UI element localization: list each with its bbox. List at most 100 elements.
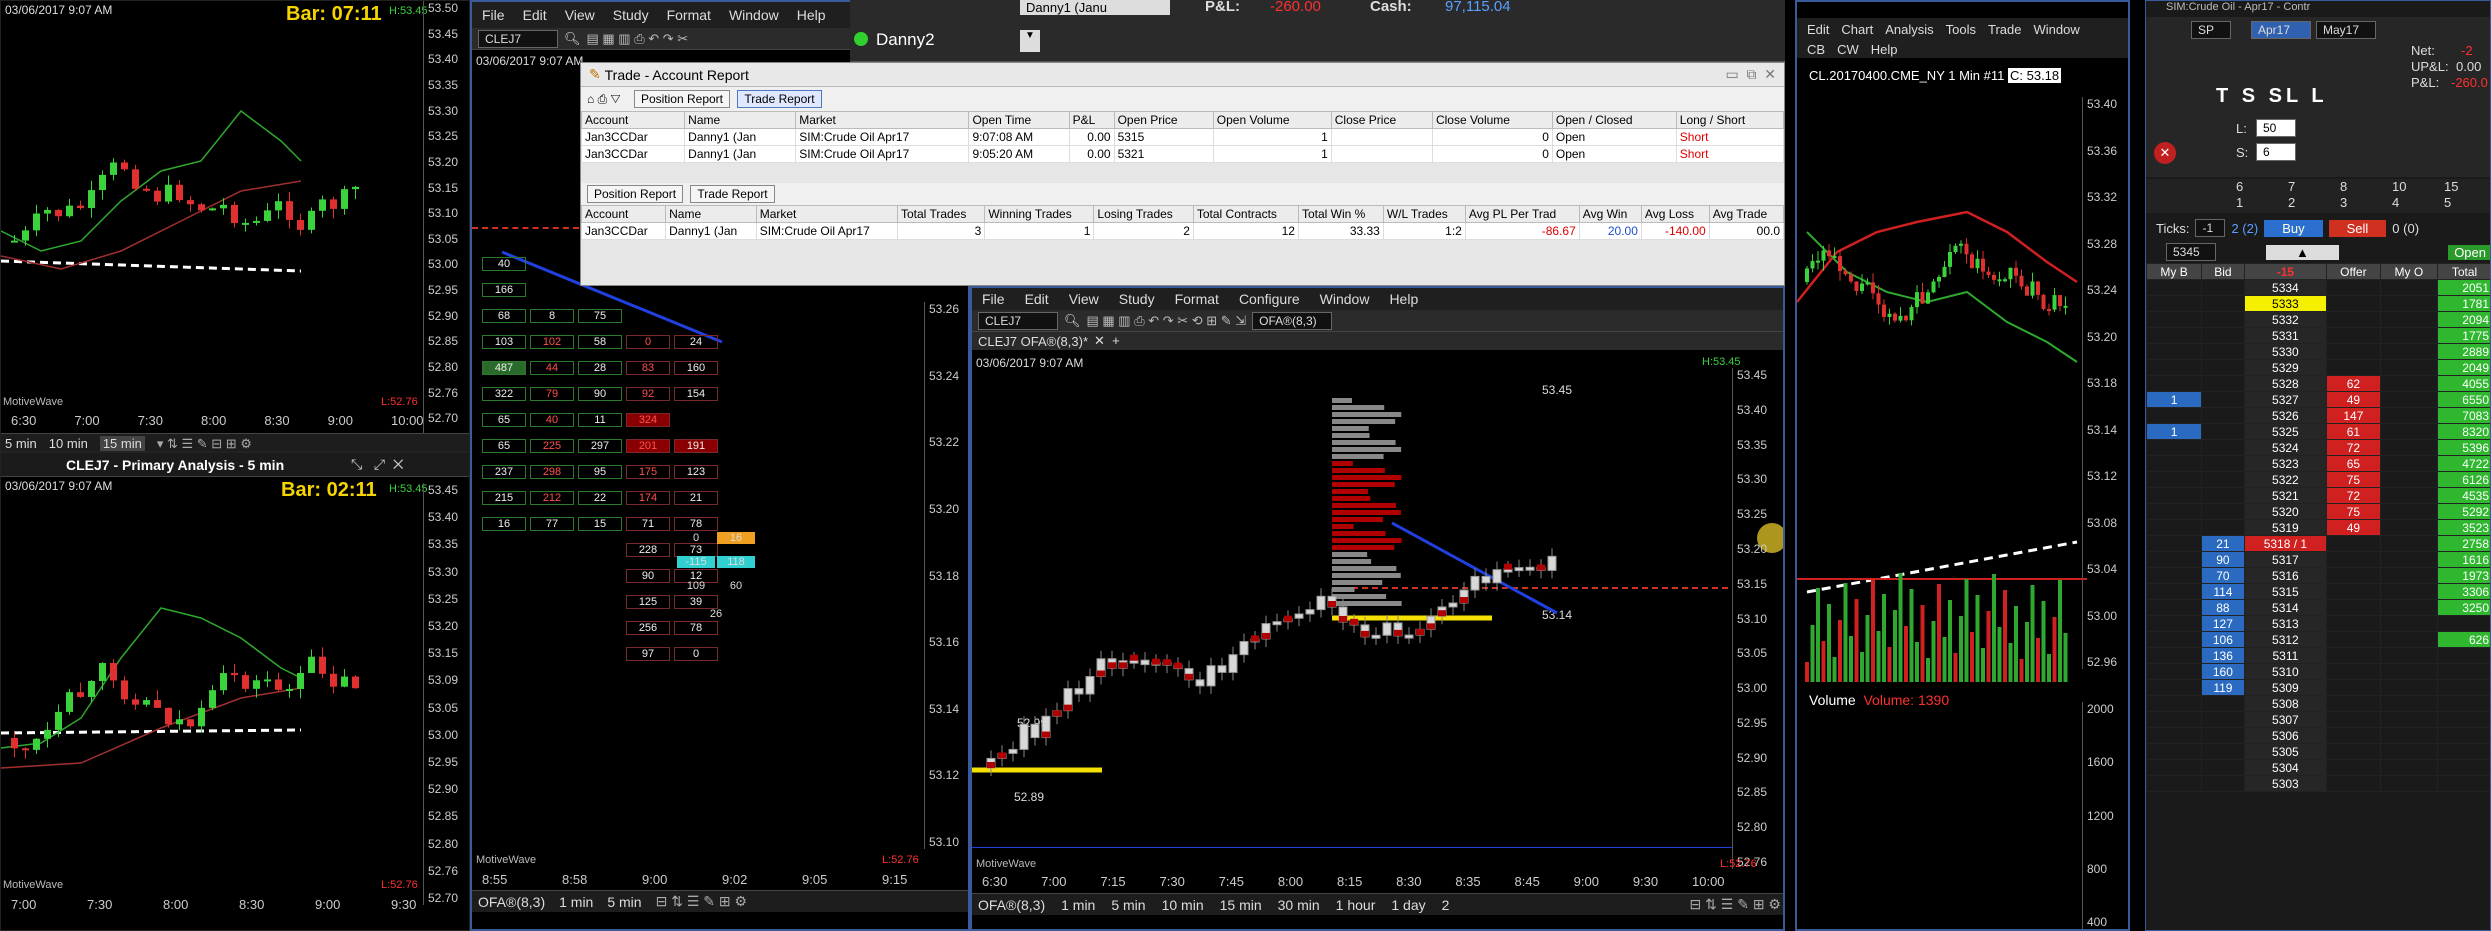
- dom-cell[interactable]: [2146, 679, 2203, 696]
- dom-cell[interactable]: 62: [2326, 375, 2381, 392]
- chart-b-window-buttons[interactable]: ⤡ ⤢ ✕: [351, 456, 404, 473]
- dom-cell[interactable]: [2379, 599, 2438, 616]
- tf-1min[interactable]: 1 min: [559, 894, 593, 910]
- dom-row[interactable]: 5305: [2146, 743, 2490, 760]
- d-menu-cw[interactable]: CW: [1837, 42, 1859, 57]
- dom-cell[interactable]: [2326, 647, 2381, 664]
- c-menu-file[interactable]: File: [982, 291, 1005, 307]
- dom-cell[interactable]: [2146, 615, 2203, 632]
- dom-cell[interactable]: 5327: [2243, 391, 2328, 408]
- dom-cell[interactable]: 5331: [2243, 327, 2328, 344]
- dom-cell[interactable]: [2379, 295, 2438, 312]
- dom-cell[interactable]: [2146, 455, 2203, 472]
- dom-month-2[interactable]: May17: [2316, 21, 2376, 39]
- dom-cell[interactable]: 70: [2201, 567, 2245, 584]
- tf-5min[interactable]: 5 min: [5, 436, 37, 451]
- dom-cell[interactable]: [2326, 775, 2381, 792]
- summary-col-header[interactable]: Losing Trades: [1093, 205, 1194, 223]
- dom-cell[interactable]: [2326, 311, 2381, 328]
- dom-col-header[interactable]: My O: [2379, 263, 2438, 280]
- qty2-button[interactable]: 2: [2288, 195, 2295, 210]
- chart-c-plot[interactable]: [972, 368, 1732, 848]
- dom-cell[interactable]: [2146, 599, 2203, 616]
- d-menu-analysis[interactable]: Analysis: [1885, 22, 1933, 37]
- trade-col-header[interactable]: Long / Short: [1675, 111, 1785, 129]
- trade-col-header[interactable]: Name: [684, 111, 797, 129]
- dom-row[interactable]: 119 5309: [2146, 679, 2490, 696]
- dom-row[interactable]: 136 5311: [2146, 647, 2490, 664]
- dom-cell[interactable]: [2201, 775, 2245, 792]
- dom-cell[interactable]: [2146, 279, 2203, 296]
- dom-row[interactable]: 127 5313: [2146, 615, 2490, 632]
- dom-month-1[interactable]: Apr17: [2251, 21, 2311, 39]
- dom-cell[interactable]: [2379, 487, 2438, 504]
- dom-cell[interactable]: 5316: [2243, 567, 2328, 584]
- dom-cell[interactable]: 75: [2326, 503, 2381, 520]
- d-menu-help[interactable]: Help: [1871, 42, 1898, 57]
- chart-d-price-axis[interactable]: 53.40 53.36 53.32 53.28 53.24 53.20 53.18 53.14…: [2082, 97, 2128, 669]
- qty-button[interactable]: 15: [2444, 179, 2458, 194]
- dom-cell[interactable]: [2326, 727, 2381, 744]
- dom-cell[interactable]: [2201, 279, 2245, 296]
- dom-cell[interactable]: 1775: [2436, 327, 2490, 344]
- dom-cell[interactable]: 2889: [2436, 343, 2490, 360]
- dom-cell[interactable]: [2436, 775, 2490, 792]
- dom-cell[interactable]: 6126: [2436, 471, 2490, 488]
- dom-row[interactable]: 114 5315 3306: [2146, 583, 2490, 600]
- menu-file[interactable]: File: [482, 7, 505, 23]
- dom-cell[interactable]: [2146, 343, 2203, 360]
- chart-d-volume-axis[interactable]: 2000 1600 1200 800 400: [2082, 702, 2128, 929]
- dom-cell[interactable]: 5333: [2243, 295, 2328, 312]
- dom-cell[interactable]: [2326, 535, 2381, 552]
- dom-cell[interactable]: [2379, 279, 2438, 296]
- dom-cell[interactable]: [2146, 471, 2203, 488]
- trade-report-titlebar[interactable]: ✎ Trade - Account Report ▭ ⧉ ✕: [581, 63, 1784, 87]
- dom-cell[interactable]: [2436, 663, 2490, 680]
- dom-cell[interactable]: [2379, 343, 2438, 360]
- qty-button[interactable]: 10: [2392, 179, 2406, 194]
- qty2-button[interactable]: 1: [2236, 195, 2243, 210]
- chart-a-price-axis[interactable]: 53.50 53.45 53.40 53.35 53.30 53.25 53.20 53.15…: [423, 1, 469, 451]
- dom-row[interactable]: 5330 2889: [2146, 343, 2490, 360]
- account-dropdown[interactable]: Danny1 (Janu: [1020, 0, 1170, 15]
- dom-cell[interactable]: 5313: [2243, 615, 2328, 632]
- trade-col-header[interactable]: Close Price: [1330, 111, 1433, 129]
- dom-cell[interactable]: 4535: [2436, 487, 2490, 504]
- summary-col-header[interactable]: Total Win %: [1297, 205, 1384, 223]
- dom-cell[interactable]: [2201, 695, 2245, 712]
- dom-cell[interactable]: 4722: [2436, 455, 2490, 472]
- dom-cell[interactable]: 5328: [2243, 375, 2328, 392]
- summary-col-header[interactable]: W/L Trades: [1382, 205, 1466, 223]
- dom-cell[interactable]: 7083: [2436, 407, 2490, 424]
- dom-row[interactable]: 5324 72 5396: [2146, 439, 2490, 456]
- dom-cell[interactable]: 5315: [2243, 583, 2328, 600]
- dom-cell[interactable]: [2146, 311, 2203, 328]
- tab2-position-report[interactable]: Position Report: [587, 185, 684, 203]
- dom-row[interactable]: 5303: [2146, 775, 2490, 792]
- dom-cell[interactable]: 147: [2326, 407, 2381, 424]
- c-tf-item[interactable]: 1 min: [1061, 897, 1095, 913]
- dom-cell[interactable]: 72: [2326, 439, 2381, 456]
- dom-row[interactable]: 5306: [2146, 727, 2490, 744]
- dom-cell[interactable]: [2379, 647, 2438, 664]
- dom-cell[interactable]: 5334: [2243, 279, 2328, 296]
- dom-row[interactable]: 5304: [2146, 759, 2490, 776]
- chart-b-price-axis[interactable]: 53.45 53.40 53.35 53.30 53.25 53.20 53.15 53.09…: [423, 483, 469, 905]
- c-tf-tools-icon[interactable]: ⊟ ⇅ ☰ ✎ ⊞ ⚙: [1690, 896, 1781, 913]
- trade-col-header[interactable]: P&L: [1068, 111, 1115, 129]
- dom-cell[interactable]: [2436, 695, 2490, 712]
- dom-cell[interactable]: [2379, 679, 2438, 696]
- dom-row[interactable]: 5323 65 4722: [2146, 455, 2490, 472]
- dom-row[interactable]: 160 5310: [2146, 663, 2490, 680]
- qty2-button[interactable]: 3: [2340, 195, 2347, 210]
- dom-cell[interactable]: [2379, 455, 2438, 472]
- dom-cell[interactable]: [2201, 487, 2245, 504]
- dom-row[interactable]: 5319 49 3523: [2146, 519, 2490, 536]
- dom-cell[interactable]: 5330: [2243, 343, 2328, 360]
- dom-cell[interactable]: [2201, 503, 2245, 520]
- dom-cell[interactable]: 5322: [2243, 471, 2328, 488]
- dom-cell[interactable]: 65: [2326, 455, 2381, 472]
- dom-cell[interactable]: [2201, 311, 2245, 328]
- dom-cell[interactable]: [2326, 631, 2381, 648]
- trade-col-header[interactable]: Open Time: [968, 111, 1070, 129]
